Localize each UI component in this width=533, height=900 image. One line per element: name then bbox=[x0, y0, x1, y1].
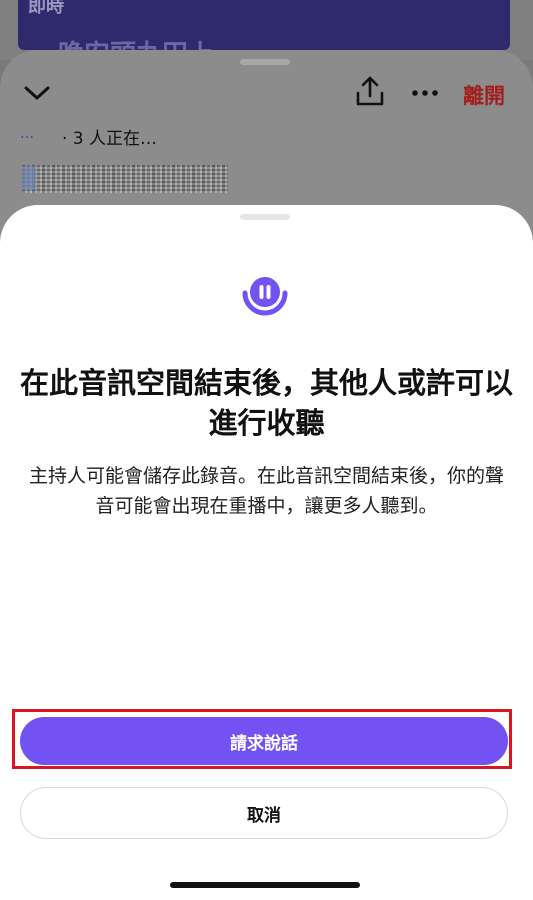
background-title-text: 晚安頭丸田上 bbox=[58, 34, 214, 50]
cancel-button[interactable]: 取消 bbox=[20, 787, 508, 839]
dialog-grabber[interactable] bbox=[240, 214, 290, 220]
leave-button[interactable]: 離開 bbox=[463, 80, 505, 110]
request-to-speak-button[interactable]: 請求說話 bbox=[20, 717, 508, 765]
background-header-text: 即時 bbox=[28, 0, 64, 17]
spaces-mic-icon bbox=[242, 277, 288, 316]
dialog-description: 主持人可能會儲存此錄音。在此音訊空間結束後，你的聲音可能會出現在重播中，讓更多人… bbox=[28, 465, 504, 517]
dialog-title: 在此音訊空間結束後，其他人或許可以進行收聽 bbox=[20, 366, 514, 440]
home-indicator[interactable] bbox=[170, 882, 360, 888]
background-banner: 即時 晚安頭丸田上 bbox=[18, 0, 510, 50]
redacted-space-title bbox=[22, 165, 228, 193]
listener-status: · 3 人正在… bbox=[62, 129, 158, 149]
recording-notice-sheet: 在此音訊空間結束後，其他人或許可以進行收聽 主持人可能會儲存此錄音。在此音訊空間… bbox=[0, 205, 533, 900]
host-name-link[interactable]: … bbox=[20, 126, 36, 142]
chevron-down-icon[interactable] bbox=[22, 78, 52, 108]
share-upload-icon[interactable] bbox=[355, 76, 385, 108]
more-dots-icon[interactable] bbox=[410, 78, 440, 108]
redacted-avatar bbox=[22, 166, 36, 190]
space-panel-grabber[interactable] bbox=[240, 59, 290, 65]
